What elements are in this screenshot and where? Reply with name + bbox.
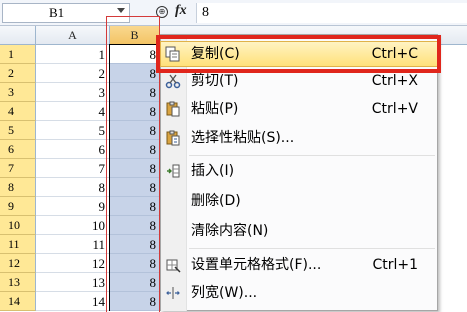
menu-item-format-cells[interactable]: 设置单元格格式(F)... Ctrl+1 xyxy=(161,253,437,277)
row-header[interactable]: 12 xyxy=(0,254,36,273)
menu-item-paste[interactable]: 粘贴(P) Ctrl+V xyxy=(161,97,437,121)
row-header[interactable]: 9 xyxy=(0,197,36,216)
menu-item-insert[interactable]: 插入(I) xyxy=(161,159,437,183)
cell-a[interactable]: 1 xyxy=(36,45,110,64)
row-header[interactable]: 10 xyxy=(0,216,36,235)
menu-item-label: 删除(D) xyxy=(191,193,241,209)
scissors-icon xyxy=(165,73,181,89)
annotation-outline xyxy=(106,16,160,312)
row-header[interactable]: 2 xyxy=(0,64,36,83)
paste-special-icon xyxy=(165,130,181,146)
row-header[interactable]: 3 xyxy=(0,83,36,102)
row-header[interactable]: 8 xyxy=(0,178,36,197)
menu-item-shortcut: Ctrl+1 xyxy=(372,257,418,273)
menu-item-label: 清除内容(N) xyxy=(191,223,269,239)
menu-item-label: 选择性粘贴(S)... xyxy=(191,130,295,146)
cell-a[interactable]: 2 xyxy=(36,64,110,83)
menu-item-delete[interactable]: 删除(D) xyxy=(161,189,437,213)
cell-a[interactable]: 9 xyxy=(36,197,110,216)
cell-a[interactable]: 12 xyxy=(36,254,110,273)
row-header[interactable]: 14 xyxy=(0,292,36,311)
cell-a[interactable]: 3 xyxy=(36,83,110,102)
column-header-a[interactable]: A xyxy=(36,26,110,45)
select-all-corner[interactable] xyxy=(0,26,36,45)
menu-item-label: 粘贴(P) xyxy=(191,101,239,117)
row-header[interactable]: 1 xyxy=(0,45,36,64)
row-header[interactable]: 11 xyxy=(0,235,36,254)
column-width-icon xyxy=(165,285,181,301)
format-cells-icon xyxy=(165,257,181,273)
menu-separator xyxy=(189,155,435,156)
cell-a[interactable]: 5 xyxy=(36,121,110,140)
formula-input[interactable]: 8 xyxy=(196,3,467,23)
menu-item-column-width[interactable]: 列宽(W)... xyxy=(161,281,437,305)
paste-icon xyxy=(165,101,181,117)
cell-a[interactable]: 4 xyxy=(36,102,110,121)
row-header[interactable]: 4 xyxy=(0,102,36,121)
cell-a[interactable]: 13 xyxy=(36,273,110,292)
cell-a[interactable]: 11 xyxy=(36,235,110,254)
cell-a[interactable]: 8 xyxy=(36,178,110,197)
row-header[interactable]: 7 xyxy=(0,159,36,178)
row-header[interactable]: 5 xyxy=(0,121,36,140)
menu-item-label: 插入(I) xyxy=(191,163,235,179)
annotation-highlight xyxy=(156,35,441,73)
menu-item-label: 设置单元格格式(F)... xyxy=(191,257,322,273)
chevron-down-icon[interactable] xyxy=(117,8,125,13)
insert-function-icon[interactable]: fx xyxy=(175,3,187,19)
menu-item-clear-contents[interactable]: 清除内容(N) xyxy=(161,219,437,243)
cell-a[interactable]: 7 xyxy=(36,159,110,178)
insert-icon xyxy=(165,163,181,179)
cell-a[interactable]: 14 xyxy=(36,292,110,311)
menu-separator xyxy=(189,248,435,249)
row-header[interactable]: 13 xyxy=(0,273,36,292)
cell-a[interactable]: 10 xyxy=(36,216,110,235)
cell-a[interactable]: 6 xyxy=(36,140,110,159)
menu-item-shortcut: Ctrl+V xyxy=(371,101,418,117)
menu-item-paste-special[interactable]: 选择性粘贴(S)... xyxy=(161,126,437,150)
menu-item-label: 列宽(W)... xyxy=(191,285,258,301)
row-header[interactable]: 6 xyxy=(0,140,36,159)
